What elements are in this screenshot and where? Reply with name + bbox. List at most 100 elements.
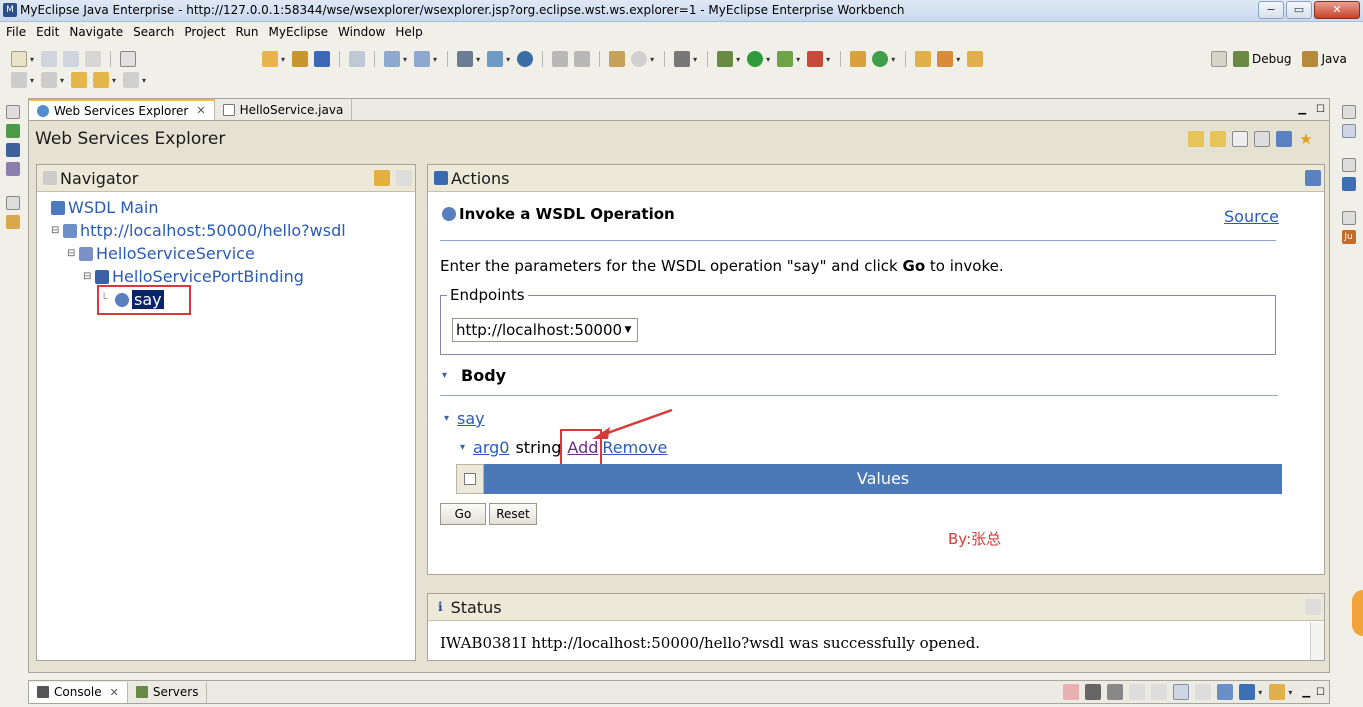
open-perspective-icon[interactable] — [1211, 51, 1227, 67]
restore-icon[interactable] — [6, 196, 20, 210]
outline-icon[interactable] — [6, 162, 20, 176]
open-console-icon[interactable] — [1269, 684, 1286, 700]
search-tool-icon[interactable] — [631, 51, 648, 67]
tree-node-label[interactable]: HelloServiceService — [96, 244, 255, 263]
collapse-say-icon[interactable]: ▾ — [444, 413, 449, 424]
favorites-icon[interactable]: ★ — [1298, 131, 1314, 147]
debug-tool-icon[interactable] — [717, 51, 734, 67]
pin-console-icon[interactable] — [1217, 684, 1234, 700]
debug-perspective-button[interactable]: Debug — [1252, 52, 1291, 66]
minimize-button[interactable]: − — [1258, 1, 1284, 19]
outline-view-icon[interactable] — [1341, 177, 1356, 191]
minimize-view-icon[interactable]: ▁ — [1298, 104, 1306, 115]
new-icon[interactable] — [11, 51, 27, 67]
restore-icon[interactable] — [1341, 105, 1356, 119]
restore-icon[interactable] — [1341, 158, 1356, 172]
back-icon[interactable] — [93, 72, 110, 88]
camera-icon[interactable] — [674, 51, 691, 67]
save-all-icon[interactable] — [63, 51, 80, 67]
display-console-icon[interactable] — [1239, 684, 1256, 700]
chevron-down-icon[interactable]: ▼ — [621, 325, 635, 335]
refresh-icon[interactable] — [872, 51, 889, 67]
tab-helloservice-java[interactable]: HelloService.java — [215, 99, 353, 120]
collapse-body-icon[interactable]: ▾ — [442, 370, 447, 381]
uddi-page-icon[interactable] — [1254, 131, 1270, 147]
hierarchy-icon[interactable] — [6, 124, 20, 138]
floating-assistant-icon[interactable] — [1352, 590, 1363, 636]
open-folder-icon[interactable] — [915, 51, 932, 67]
run-icon[interactable] — [747, 51, 764, 67]
close-tab-icon[interactable]: ✕ — [196, 104, 205, 117]
collapse-icon[interactable]: ⊟ — [51, 225, 63, 236]
open-resource-icon[interactable] — [574, 51, 591, 67]
folder-icon[interactable] — [967, 51, 984, 67]
menu-myeclipse[interactable]: MyEclipse — [268, 22, 328, 42]
calendar-icon[interactable] — [349, 51, 366, 67]
last-edit-icon[interactable] — [71, 72, 88, 88]
package-icon[interactable] — [292, 51, 309, 67]
run-config-icon[interactable] — [777, 51, 794, 67]
collapse-icon[interactable]: ⊟ — [67, 248, 79, 259]
endpoint-select[interactable]: http://localhost:50000 ▼ — [452, 318, 638, 342]
status-scrollbar[interactable] — [1310, 622, 1324, 660]
source-link[interactable]: Source — [1224, 207, 1279, 226]
save-icon[interactable] — [41, 51, 58, 67]
menu-edit[interactable]: Edit — [36, 22, 59, 42]
maximize-button[interactable]: ▭ — [1286, 1, 1312, 19]
java-perspective-button[interactable]: Java — [1321, 52, 1346, 66]
maximize-view-icon[interactable]: ☐ — [1316, 687, 1325, 698]
menu-window[interactable]: Window — [338, 22, 385, 42]
collapse-icon[interactable]: ⊟ — [83, 271, 95, 282]
web-service-icon[interactable] — [414, 51, 431, 67]
say-link[interactable]: say — [457, 409, 485, 428]
snippets-icon[interactable] — [6, 215, 20, 229]
binary-icon[interactable] — [120, 51, 137, 67]
minimize-view-icon[interactable]: ▁ — [1302, 687, 1310, 698]
tree-node-label[interactable]: HelloServicePortBinding — [112, 267, 304, 286]
forward-arrow-icon[interactable] — [1210, 131, 1226, 147]
gift-icon[interactable] — [850, 51, 867, 67]
tree-node-wsdl-main[interactable]: WSDL Main — [51, 196, 415, 219]
package-explorer-icon[interactable] — [6, 143, 20, 157]
reset-button[interactable]: Reset — [489, 503, 537, 525]
wsdl-page-icon[interactable] — [1232, 131, 1248, 147]
clear-console-icon[interactable] — [1129, 684, 1146, 700]
collapse-arg0-icon[interactable]: ▾ — [460, 442, 465, 453]
close-button[interactable]: ✕ — [1314, 1, 1360, 19]
remove-launch-icon[interactable] — [1085, 684, 1102, 700]
arg0-link[interactable]: arg0 — [473, 438, 509, 457]
maximize-view-icon[interactable]: ☐ — [1316, 104, 1325, 115]
tree-node-wsdl[interactable]: ⊟ http://localhost:50000/hello?wsdl — [51, 219, 415, 242]
terminate-icon[interactable] — [1063, 684, 1080, 700]
back-arrow-icon[interactable] — [1188, 131, 1204, 147]
junit-icon[interactable]: Ju — [1341, 230, 1356, 244]
tab-console[interactable]: Console ✕ — [29, 681, 128, 703]
forward-icon[interactable] — [123, 72, 140, 88]
body-section-header[interactable]: ▾ Body — [442, 366, 506, 385]
tab-web-services-explorer[interactable]: Web Services Explorer ✕ — [29, 99, 215, 120]
scroll-lock-icon[interactable] — [1151, 684, 1168, 700]
clear-status-icon[interactable] — [1305, 599, 1321, 615]
browser-icon[interactable] — [517, 51, 534, 67]
wsdl-tool-icon[interactable] — [384, 51, 401, 67]
remove-all-icon[interactable] — [1107, 684, 1124, 700]
clear-navigator-icon[interactable] — [396, 170, 412, 186]
close-tab-icon[interactable]: ✕ — [110, 686, 119, 699]
go-button[interactable]: Go — [440, 503, 486, 525]
actions-toolbar-icon[interactable] — [1305, 170, 1321, 186]
print-icon[interactable] — [85, 51, 102, 67]
tab-servers[interactable]: Servers — [128, 681, 208, 703]
menu-run[interactable]: Run — [235, 22, 258, 42]
open-type-icon[interactable] — [552, 51, 569, 67]
tree-node-label[interactable]: http://localhost:50000/hello?wsdl — [80, 221, 346, 240]
new-project-icon[interactable] — [262, 51, 279, 67]
word-wrap-icon[interactable] — [1173, 684, 1190, 700]
refresh-navigator-icon[interactable] — [374, 170, 390, 186]
previous-annotation-icon[interactable] — [41, 72, 58, 88]
restore-icon[interactable] — [1341, 211, 1356, 225]
properties-icon[interactable] — [1341, 124, 1356, 138]
menu-project[interactable]: Project — [184, 22, 225, 42]
menu-file[interactable]: File — [6, 22, 26, 42]
select-all-checkbox[interactable] — [464, 473, 476, 485]
show-console-icon[interactable] — [1195, 684, 1212, 700]
